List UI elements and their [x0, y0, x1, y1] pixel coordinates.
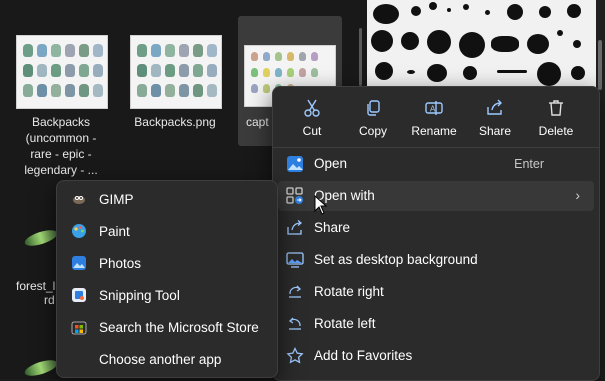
menu-item-open[interactable]: Open Enter	[278, 149, 594, 179]
menu-item-rotate-left-label: Rotate left	[314, 316, 376, 331]
photos-icon	[72, 256, 86, 270]
delete-button[interactable]: Delete	[525, 91, 587, 143]
mouse-cursor-icon	[314, 195, 328, 215]
rename-label: Rename	[411, 124, 457, 138]
share-icon	[487, 99, 502, 115]
trash-icon	[549, 100, 563, 116]
image-icon	[287, 156, 303, 172]
desktop-icon	[286, 252, 304, 268]
copy-icon	[367, 100, 380, 116]
submenu-item-choose-another-app[interactable]: Choose another app	[62, 344, 272, 374]
scrollbar-thumb[interactable]	[359, 28, 362, 86]
submenu-item-photos-label: Photos	[99, 256, 142, 271]
menu-item-rotate-left[interactable]: Rotate left	[278, 309, 594, 339]
delete-label: Delete	[538, 124, 574, 138]
file-name-backpacks-png[interactable]: Backpacks.png	[126, 114, 224, 130]
file-thumbnail-forest[interactable]	[22, 227, 60, 249]
menu-item-share-label: Share	[314, 220, 351, 235]
submenu-item-choose-another-app-label: Choose another app	[99, 352, 222, 367]
gimp-icon	[73, 196, 85, 204]
submenu-item-snipping-tool[interactable]: Snipping Tool	[62, 280, 272, 310]
menu-item-set-desktop-background-label: Set as desktop background	[314, 252, 478, 267]
submenu-item-gimp-label: GIMP	[99, 192, 134, 207]
rename-button[interactable]: A Rename	[403, 91, 465, 143]
copy-button[interactable]: Copy	[342, 91, 404, 143]
menu-item-share[interactable]: Share	[278, 213, 594, 243]
open-with-icon	[286, 187, 303, 204]
snipping-tool-icon	[72, 288, 86, 302]
file-thumbnail-backpacks-png[interactable]	[130, 35, 222, 109]
file-thumbnail-leaf[interactable]	[22, 357, 60, 379]
share-quick-button[interactable]: Share	[464, 91, 526, 143]
menu-item-add-to-favorites-label: Add to Favorites	[314, 348, 413, 363]
rotate-right-icon	[289, 285, 302, 298]
rename-icon: A	[425, 101, 443, 115]
submenu-item-gimp[interactable]: GIMP	[62, 184, 272, 214]
context-menu-quick-actions: Cut Copy A Rename Share Delete	[281, 91, 591, 143]
menu-item-set-desktop-background[interactable]: Set as desktop background	[278, 245, 594, 275]
chevron-right-icon: ›	[575, 187, 580, 203]
microsoft-store-icon	[71, 321, 87, 335]
open-with-submenu: GIMP Paint Photos Snipping Tool Search t…	[56, 180, 278, 378]
file-name-backpacks-variants[interactable]: Backpacks (uncommon - rare - epic - lege…	[14, 114, 108, 178]
submenu-item-photos[interactable]: Photos	[62, 248, 272, 278]
share-quick-label: Share	[478, 124, 512, 138]
window-scrollbar-thumb[interactable]	[598, 40, 602, 90]
menu-item-add-to-favorites[interactable]: Add to Favorites	[278, 341, 594, 371]
cut-button[interactable]: Cut	[281, 91, 343, 143]
menu-divider	[273, 147, 599, 148]
rotate-left-icon	[288, 317, 301, 330]
paint-icon	[72, 224, 86, 238]
file-thumbnail-backpacks-variants[interactable]	[16, 35, 108, 109]
svg-text:A: A	[430, 105, 436, 114]
copy-label: Copy	[358, 124, 387, 138]
menu-item-open-label: Open	[314, 156, 348, 171]
scissors-icon	[304, 99, 320, 117]
menu-item-rotate-right[interactable]: Rotate right	[278, 277, 594, 307]
submenu-item-snipping-tool-label: Snipping Tool	[99, 288, 180, 303]
submenu-item-paint[interactable]: Paint	[62, 216, 272, 246]
submenu-item-search-store-label: Search the Microsoft Store	[99, 320, 259, 335]
star-icon	[286, 347, 304, 364]
menu-item-rotate-right-label: Rotate right	[314, 284, 384, 299]
file-thumbnail-splatter-brushes[interactable]	[367, 0, 596, 88]
share-icon	[287, 220, 303, 235]
context-menu: Cut Copy A Rename Share Delete Open Ente…	[272, 86, 600, 381]
menu-item-open-shortcut: Enter	[514, 157, 544, 171]
cut-label: Cut	[302, 124, 322, 138]
submenu-item-search-store[interactable]: Search the Microsoft Store	[62, 312, 272, 342]
submenu-item-paint-label: Paint	[99, 224, 130, 239]
